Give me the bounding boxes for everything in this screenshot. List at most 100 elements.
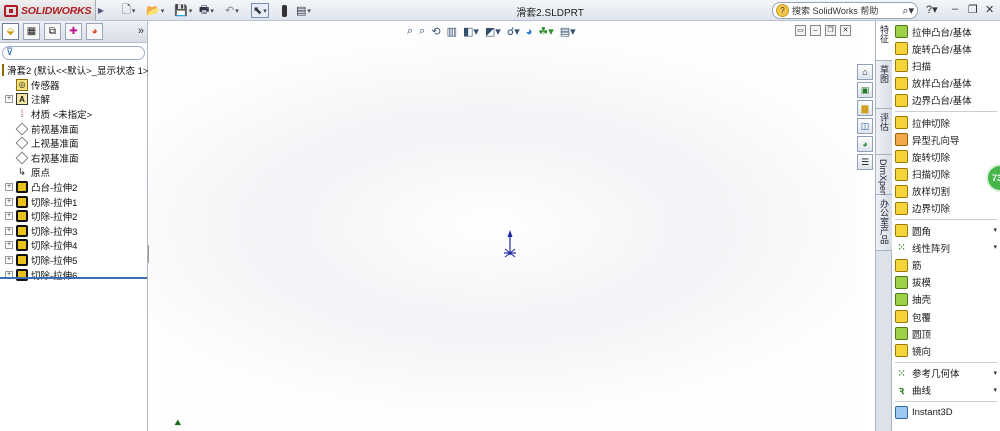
command-mirror[interactable]: 镜向 xyxy=(892,342,1000,359)
command-loft-boss[interactable]: 放样凸台/基体 xyxy=(892,75,1000,92)
rollback-bar[interactable] xyxy=(0,277,147,279)
tab-office-products[interactable]: 办公室产品 xyxy=(876,195,892,251)
print-button[interactable]: 🖶 ▾ xyxy=(199,3,214,18)
viewport-close-icon[interactable]: ✕ xyxy=(840,25,851,36)
previous-view-icon[interactable]: ⟲ xyxy=(431,25,440,38)
double-chevron-right-icon[interactable]: » xyxy=(138,25,144,37)
command-boundary-cut[interactable]: 边界切除 xyxy=(892,200,1000,217)
options-button[interactable]: ▤ ▾ xyxy=(296,3,311,18)
command-draft[interactable]: 拔模 xyxy=(892,274,1000,291)
help-search-input[interactable]: ? 搜索 SolidWorks 帮助 ⌕▾ xyxy=(772,2,918,19)
viewport-restore-icon[interactable]: ❐ xyxy=(825,25,836,36)
tree-node[interactable]: ◎ 传感器 xyxy=(0,78,147,93)
chevron-down-icon[interactable]: ▾ xyxy=(993,243,997,251)
tree-node[interactable]: + 切除-拉伸5 xyxy=(0,253,147,268)
expand-icon[interactable]: + xyxy=(5,241,13,250)
save-button[interactable]: 💾 ▾ xyxy=(174,3,192,18)
minimize-button[interactable]: – xyxy=(952,3,958,15)
command-sweep[interactable]: 扫描 xyxy=(892,57,1000,74)
expand-icon[interactable]: + xyxy=(5,226,13,235)
tree-node[interactable]: 上视基准面 xyxy=(0,136,147,151)
command-dome[interactable]: 圆顶 xyxy=(892,325,1000,342)
tree-node[interactable]: + A 注解 xyxy=(0,92,147,107)
chevron-down-icon[interactable]: ▾ xyxy=(993,369,997,377)
view-palette-tab[interactable]: ◫ xyxy=(857,118,873,134)
tab-sketch[interactable]: 草图 xyxy=(876,61,892,109)
command-sweep-cut[interactable]: 扫描切除 xyxy=(892,166,1000,183)
expand-icon[interactable]: + xyxy=(5,183,13,192)
expand-icon[interactable]: + xyxy=(5,95,13,104)
undo-button[interactable]: ↶ ▾ xyxy=(225,3,239,18)
restore-button[interactable]: ❐ xyxy=(968,3,978,16)
tab-dimxpert[interactable]: DimXpert xyxy=(876,155,892,197)
tree-node[interactable]: ⁞ 材质 <未指定> xyxy=(0,107,147,122)
solidworks-resources-tab[interactable]: ⌂ xyxy=(857,64,873,80)
expand-icon[interactable]: + xyxy=(5,197,13,206)
tree-node[interactable]: + 切除-拉伸1 xyxy=(0,194,147,209)
property-manager-tab[interactable]: ▦ xyxy=(23,23,40,40)
command-revolve-cut[interactable]: 旋转切除 xyxy=(892,148,1000,165)
edit-appearance-icon[interactable]: ◕ xyxy=(526,26,533,38)
dimxpert-manager-tab[interactable]: ✚ xyxy=(65,23,82,40)
tree-filter-input[interactable]: ⊽ xyxy=(2,46,145,60)
close-button[interactable]: ✕ xyxy=(985,3,994,16)
tab-features-label: 特征 xyxy=(879,25,889,43)
tree-node[interactable]: ↳ 原点 xyxy=(0,165,147,180)
command-rib[interactable]: 筋 xyxy=(892,256,1000,273)
zoom-to-fit-icon[interactable]: ⌕ xyxy=(407,25,413,38)
viewport-split-icon[interactable]: ▭ xyxy=(795,25,806,36)
command-boundary-boss[interactable]: 边界凸台/基体 xyxy=(892,92,1000,109)
graphics-area[interactable]: ⌕ ⌕ ⟲ ▥ ◧▾ ◩▾ ☌▾ ◕ ☘▾ ▤▾ ▭ – ❐ ✕ ⯅ xyxy=(149,21,857,431)
command-instant3d[interactable]: Instant3D xyxy=(892,404,1000,421)
tab-evaluate[interactable]: 评估 xyxy=(876,109,892,155)
design-library-tab[interactable]: ▣ xyxy=(857,82,873,98)
help-button[interactable]: ?▾ xyxy=(926,3,938,16)
command-loft-cut[interactable]: 放样切割 xyxy=(892,183,1000,200)
command-revolve-boss[interactable]: 旋转凸台/基体 xyxy=(892,40,1000,57)
expand-icon[interactable]: + xyxy=(5,212,13,221)
command-shell[interactable]: 抽壳 xyxy=(892,291,1000,308)
command-hole-wizard[interactable]: 异型孔向导 xyxy=(892,131,1000,148)
custom-properties-tab[interactable]: ☰ xyxy=(857,154,873,170)
feature-tree-tab[interactable]: ⬙ xyxy=(2,23,19,40)
command-extrude-cut[interactable]: 拉伸切除 xyxy=(892,114,1000,131)
command-curves[interactable]: ꝛ 曲线 ▾ xyxy=(892,382,1000,399)
command-extrude-boss[interactable]: 拉伸凸台/基体 xyxy=(892,23,1000,40)
apply-scene-icon[interactable]: ☘▾ xyxy=(538,25,553,38)
chevron-down-icon[interactable]: ▾ xyxy=(993,386,997,394)
command-separator xyxy=(895,400,997,402)
tree-node[interactable]: +切除-拉伸6 xyxy=(0,267,147,282)
tree-root[interactable]: 滑套2 (默认<<默认>_显示状态 1>) xyxy=(0,63,152,78)
open-button[interactable]: 📂 ▾ xyxy=(146,3,164,18)
display-manager-tab[interactable]: ◕ xyxy=(86,23,103,40)
command-wrap[interactable]: 包覆 xyxy=(892,308,1000,325)
select-button[interactable]: ⬉ ▾ xyxy=(251,3,269,18)
tree-node[interactable]: 右视基准面 xyxy=(0,151,147,166)
hide-show-items-icon[interactable]: ☌▾ xyxy=(507,25,520,38)
command-reference-geometry[interactable]: ⁙ 参考几何体 ▾ xyxy=(892,365,1000,382)
zoom-to-area-icon[interactable]: ⌕ xyxy=(419,25,425,38)
tree-node[interactable]: + 凸台-拉伸2 xyxy=(0,180,147,195)
chevron-down-icon[interactable]: ▾ xyxy=(993,226,997,234)
tree-node[interactable]: 前视基准面 xyxy=(0,121,147,136)
solidworks-logo[interactable]: SOLIDWORKS xyxy=(0,0,96,21)
appearances-tab[interactable]: ◕ xyxy=(857,136,873,152)
view-settings-icon[interactable]: ▤▾ xyxy=(560,25,576,38)
tree-node[interactable]: + 切除-拉伸2 xyxy=(0,209,147,224)
view-orientation-icon[interactable]: ◧▾ xyxy=(463,25,479,38)
viewport-minimize-icon[interactable]: – xyxy=(810,25,821,36)
configuration-manager-tab[interactable]: ⧉ xyxy=(44,23,61,40)
tree-node[interactable]: + 切除-拉伸3 xyxy=(0,224,147,239)
command-fillet[interactable]: 圆角 ▾ xyxy=(892,222,1000,239)
expand-icon[interactable]: + xyxy=(5,256,13,265)
display-style-icon[interactable]: ◩▾ xyxy=(485,25,501,38)
tree-node[interactable]: + 切除-拉伸4 xyxy=(0,238,147,253)
command-linear-pattern[interactable]: ⁙ 线性阵列 ▾ xyxy=(892,239,1000,256)
search-icon[interactable]: ⌕▾ xyxy=(902,4,914,18)
tab-features[interactable]: 特征 xyxy=(876,21,892,61)
section-view-icon[interactable]: ▥ xyxy=(447,25,457,38)
new-document-button[interactable]: 🗋 ▾ xyxy=(122,3,135,18)
file-explorer-tab[interactable]: ▆ xyxy=(857,100,873,116)
rebuild-button[interactable] xyxy=(282,3,287,18)
menu-expand-arrow-icon[interactable]: ▶ xyxy=(97,0,105,21)
